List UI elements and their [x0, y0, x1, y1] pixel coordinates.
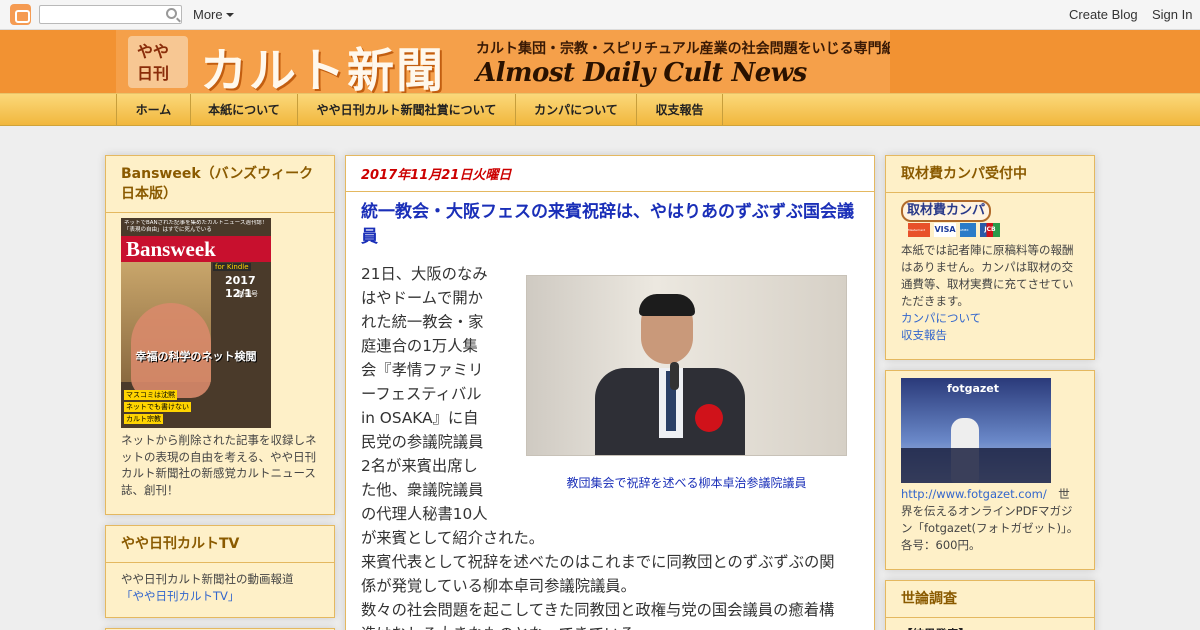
mastercard-icon: MasterCard [908, 223, 930, 237]
post-body-line: 来賓代表として祝辞を述べたのはこれまでに同教団とのずぶずぶの関 [361, 553, 835, 571]
gadget-title: やや日刊カルトTV [106, 526, 334, 563]
post-body-line: 2名が来賓出席し [361, 457, 478, 475]
post-body-line: in OSAKA』に自 [361, 409, 479, 427]
fotgazet-crowd [901, 448, 1051, 483]
post-body-line: 民党の参議院議員 [361, 433, 484, 451]
tab-finance-report[interactable]: 収支報告 [637, 94, 723, 125]
gadget-title: 取材費カンパ受付中 [886, 156, 1094, 193]
fotgazet-url-link[interactable]: http://www.fotgazet.com/ [901, 487, 1047, 501]
logo-line-yaya: やや [137, 42, 170, 61]
post-body-line: が来賓として紹介された。 [361, 529, 545, 547]
logo-line-nikkan: 日刊 [137, 64, 170, 83]
post-body-line: 21日、大阪のなみ [361, 265, 488, 283]
jcb-icon: JCB [980, 223, 1000, 237]
site-english-title: Almost Daily Cult News [476, 58, 807, 88]
gadget-title: 世論調査 [886, 581, 1094, 618]
search-icon[interactable] [166, 8, 177, 19]
donation-description: 本紙では記者陣に原稿料等の報酬はありません。カンパは取材の交通費等、取材実費に充… [901, 243, 1074, 308]
post-body-line: の代理人秘書10人 [361, 505, 488, 523]
post-title[interactable]: 統一教会・大阪フェスの来賓祝辞は、やはりあのずぶずぶ国会議員 [361, 200, 861, 250]
post-body: 21日、大阪のなみ はやドームで開か れた統一教会・家 庭連合の1万人集 会『孝… [361, 262, 835, 630]
poll-gadget: 世論調査 【結果発表】 [885, 580, 1095, 630]
post-body-line: れた統一教会・家 [361, 313, 484, 331]
gadget-title: Bansweek（バンズウィーク日本版） [106, 156, 334, 213]
blog-post: 2017年11月21日火曜日 統一教会・大阪フェスの来賓祝辞は、やはりあのずぶず… [345, 155, 875, 630]
cover-side-text-1: マスコミは沈黙 [124, 390, 177, 400]
poll-result-heading: 【結果発表】 [886, 618, 1094, 630]
blogger-logo-icon[interactable] [10, 4, 31, 25]
post-body-line: 会『孝情ファミリ [361, 361, 484, 379]
tab-donation[interactable]: カンパについて [516, 94, 637, 125]
cover-side-text-2: ネットでも書けない [124, 402, 191, 412]
tab-home[interactable]: ホーム [116, 94, 191, 125]
site-tagline: カルト集団・宗教・スピリチュアル産業の社会問題をいじる専門紙 [476, 41, 890, 57]
cover-issue: 創刊号 [237, 290, 258, 298]
donation-about-link[interactable]: カンパについて [901, 310, 981, 326]
bansweek-description: ネットから削除された記事を収録しネットの表現の自由を考える、やや日刊カルト新聞社… [121, 433, 317, 497]
post-body-line: 係が発覚している柳本卓司参議院議員。 [361, 577, 636, 595]
bansweek-gadget: Bansweek（バンズウィーク日本版） ネットでBANされた記事を集めたカルト… [105, 155, 335, 515]
post-body-line: 庭連合の1万人集 [361, 337, 478, 355]
cover-top-text: ネットでBANされた記事を集めたカルトニュース週刊誌！「表現の自由」はすでに死ん… [124, 220, 268, 233]
site-banner[interactable]: やや 日刊 カルト新聞 カルト集団・宗教・スピリチュアル産業の社会問題をいじる専… [116, 30, 890, 93]
cult-tv-gadget: やや日刊カルトTV やや日刊カルト新聞社の動画報道 「やや日刊カルトTV」 [105, 525, 335, 618]
post-body-line: はやドームで開か [361, 289, 483, 307]
post-body-line: ーフェスティバル [361, 385, 482, 403]
search-input[interactable] [39, 5, 182, 24]
cover-side-text-3: カルト宗教 [124, 414, 163, 424]
fotgazet-logo: fotgazet [947, 382, 1000, 395]
cover-kindle: for Kindle [213, 263, 251, 271]
cult-tv-description: やや日刊カルト新聞社の動画報道 [121, 572, 294, 586]
cover-headline: 幸福の科学のネット検閲 [135, 350, 257, 363]
post-body-line: 数々の社会問題を起こしてきた同教団と政権与党の国会議員の癒着構 [361, 601, 835, 619]
blogger-navbar: More Create Blog Sign In [0, 0, 1200, 30]
visa-icon: VISA [934, 223, 956, 237]
cult-tv-link[interactable]: 「やや日刊カルトTV」 [121, 588, 319, 605]
donation-gadget: 取材費カンパ受付中 取材費カンパ MasterCard VISA AMEX JC… [885, 155, 1095, 360]
fotgazet-description: http://www.fotgazet.com/ 世界を伝えるオンラインPDFマ… [901, 486, 1081, 554]
create-blog-link[interactable]: Create Blog [1069, 7, 1138, 22]
tab-award[interactable]: やや日刊カルト新聞社賞について [298, 94, 516, 125]
post-body-line: 造はむしろ大きなものとなってきている。 [361, 622, 835, 630]
page-tabs: ホーム 本紙について やや日刊カルト新聞社賞について カンパについて 収支報告 [0, 93, 1200, 126]
fotgazet-banner[interactable]: fotgazet [901, 378, 1051, 483]
sign-in-link[interactable]: Sign In [1152, 7, 1192, 22]
donation-badge[interactable]: 取材費カンパ [901, 200, 992, 222]
fotgazet-gadget: fotgazet http://www.fotgazet.com/ 世界を伝える… [885, 370, 1095, 570]
amex-icon: AMEX [960, 223, 976, 237]
caret-down-icon [225, 13, 234, 17]
finance-report-link[interactable]: 収支報告 [901, 327, 947, 343]
post-date: 2017年11月21日火曜日 [346, 156, 874, 192]
more-menu-button[interactable]: More [193, 7, 234, 22]
bansweek-cover-image[interactable]: ネットでBANされた記事を集めたカルトニュース週刊誌！「表現の自由」はすでに死ん… [121, 218, 271, 428]
post-body-line: た他、衆議院議員 [361, 481, 484, 499]
payment-cards: MasterCard VISA AMEX JCB [908, 223, 1000, 237]
site-title: カルト新聞 [200, 44, 445, 93]
cover-masthead: Bansweek [121, 236, 271, 262]
tab-about[interactable]: 本紙について [191, 94, 298, 125]
